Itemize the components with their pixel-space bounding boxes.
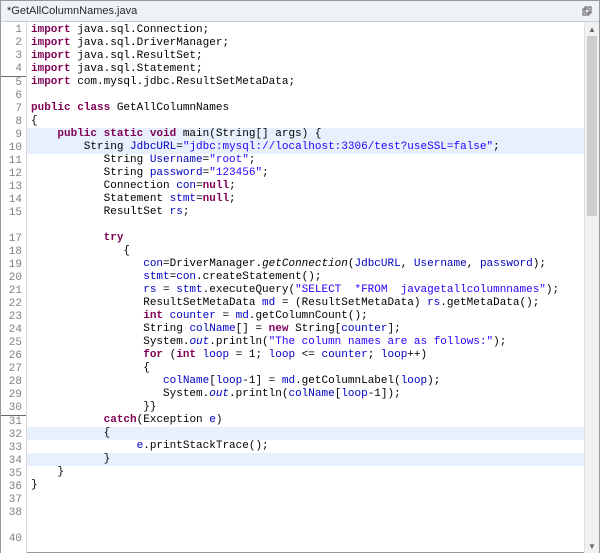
line-number: 7 (1, 103, 26, 116)
code-line[interactable] (31, 518, 584, 531)
code-line[interactable]: import java.sql.DriverManager; (31, 37, 584, 50)
code-line[interactable]: String Username="root"; (31, 154, 584, 167)
line-number: 8 (1, 116, 26, 129)
editor-tab-bar: *GetAllColumnNames.java (1, 1, 599, 22)
line-number: 27 (1, 363, 26, 376)
code-line[interactable]: e.printStackTrace(); (31, 440, 584, 453)
code-line[interactable]: Statement stmt=null; (31, 193, 584, 206)
line-number: 28 (1, 376, 26, 389)
line-number: 38 (1, 507, 26, 520)
line-number: 37 (1, 494, 26, 507)
code-line[interactable]: } (31, 479, 584, 492)
line-number: 14 (1, 194, 26, 207)
line-number: 10 (1, 142, 26, 155)
line-number: 15 (1, 207, 26, 220)
line-number: 25 (1, 337, 26, 350)
code-line[interactable] (31, 505, 584, 518)
line-number: 19 (1, 259, 26, 272)
line-number: 20 (1, 272, 26, 285)
line-number: 26 (1, 350, 26, 363)
line-number: 1 (1, 24, 26, 37)
line-number: 18 (1, 246, 26, 259)
editor-tab-filename[interactable]: *GetAllColumnNames.java (7, 5, 137, 17)
code-line[interactable]: int counter = md.getColumnCount(); (31, 310, 584, 323)
code-line[interactable] (31, 89, 584, 102)
code-line[interactable]: for (int loop = 1; loop <= counter; loop… (31, 349, 584, 362)
editor-pane: 1234567891011121314151718192021222324252… (1, 22, 599, 553)
line-number (1, 220, 26, 233)
line-number: 17 (1, 233, 26, 246)
code-line[interactable]: colName[loop-1] = md.getColumnLabel(loop… (31, 375, 584, 388)
code-line[interactable]: import java.sql.Connection; (31, 24, 584, 37)
line-number: 34 (1, 455, 26, 468)
line-number: 11 (1, 155, 26, 168)
code-line[interactable]: public class GetAllColumnNames (31, 102, 584, 115)
code-line[interactable]: String JdbcURL="jdbc:mysql://localhost:3… (27, 141, 584, 154)
scroll-thumb[interactable] (587, 36, 597, 216)
vertical-scrollbar[interactable]: ▲ ▼ (584, 22, 599, 553)
line-number: 13 (1, 181, 26, 194)
line-number: 2 (1, 37, 26, 50)
code-line[interactable]: } (27, 453, 584, 466)
line-number: 9 (1, 129, 26, 142)
code-line[interactable]: ResultSet rs; (31, 206, 584, 219)
code-line[interactable]: Connection con=null; (31, 180, 584, 193)
code-line[interactable] (31, 492, 584, 505)
line-number: 30 (1, 402, 26, 416)
line-number: 5 (1, 77, 26, 90)
code-line[interactable] (31, 219, 584, 232)
scroll-down-arrow[interactable]: ▼ (585, 539, 599, 553)
line-number: 36 (1, 481, 26, 494)
line-number: 22 (1, 298, 26, 311)
code-line[interactable]: catch(Exception e) (31, 414, 584, 427)
code-line[interactable]: try (31, 232, 584, 245)
code-line[interactable]: { (31, 115, 584, 128)
line-number: 24 (1, 324, 26, 337)
code-line[interactable]: System.out.println(colName[loop-1]); (31, 388, 584, 401)
line-number: 6 (1, 90, 26, 103)
code-line[interactable]: } (31, 466, 584, 479)
line-number: 3 (1, 50, 26, 63)
code-line[interactable]: String password="123456"; (31, 167, 584, 180)
code-line[interactable]: { (31, 362, 584, 375)
line-number: 29 (1, 389, 26, 402)
line-number: 33 (1, 442, 26, 455)
code-line[interactable]: con=DriverManager.getConnection(JdbcURL,… (31, 258, 584, 271)
scroll-up-arrow[interactable]: ▲ (585, 22, 599, 36)
line-number: 35 (1, 468, 26, 481)
code-area[interactable]: import java.sql.Connection;import java.s… (27, 22, 584, 553)
line-number-gutter: 1234567891011121314151718192021222324252… (1, 22, 27, 553)
code-line[interactable] (31, 531, 584, 544)
code-line[interactable]: import java.sql.Statement; (31, 63, 584, 76)
line-number: 32 (1, 429, 26, 442)
code-line[interactable]: rs = stmt.executeQuery("SELECT *FROM jav… (31, 284, 584, 297)
code-line[interactable]: System.out.println("The column names are… (31, 336, 584, 349)
code-line[interactable]: String colName[] = new String[counter]; (31, 323, 584, 336)
line-number: 12 (1, 168, 26, 181)
code-line[interactable]: { (31, 245, 584, 258)
line-number (1, 520, 26, 533)
line-number: 4 (1, 63, 26, 77)
line-number: 31 (1, 416, 26, 429)
code-line[interactable]: ResultSetMetaData md = (ResultSetMetaDat… (31, 297, 584, 310)
code-line[interactable]: { (27, 427, 584, 440)
code-line[interactable]: import com.mysql.jdbc.ResultSetMetaData; (31, 76, 584, 89)
restore-icon[interactable] (581, 5, 593, 17)
line-number: 40 (1, 533, 26, 546)
code-line[interactable]: public static void main(String[] args) { (27, 128, 584, 141)
line-number: 23 (1, 311, 26, 324)
code-line[interactable]: stmt=con.createStatement(); (31, 271, 584, 284)
code-line[interactable]: import java.sql.ResultSet; (31, 50, 584, 63)
code-line[interactable]: }} (31, 401, 584, 414)
line-number: 21 (1, 285, 26, 298)
